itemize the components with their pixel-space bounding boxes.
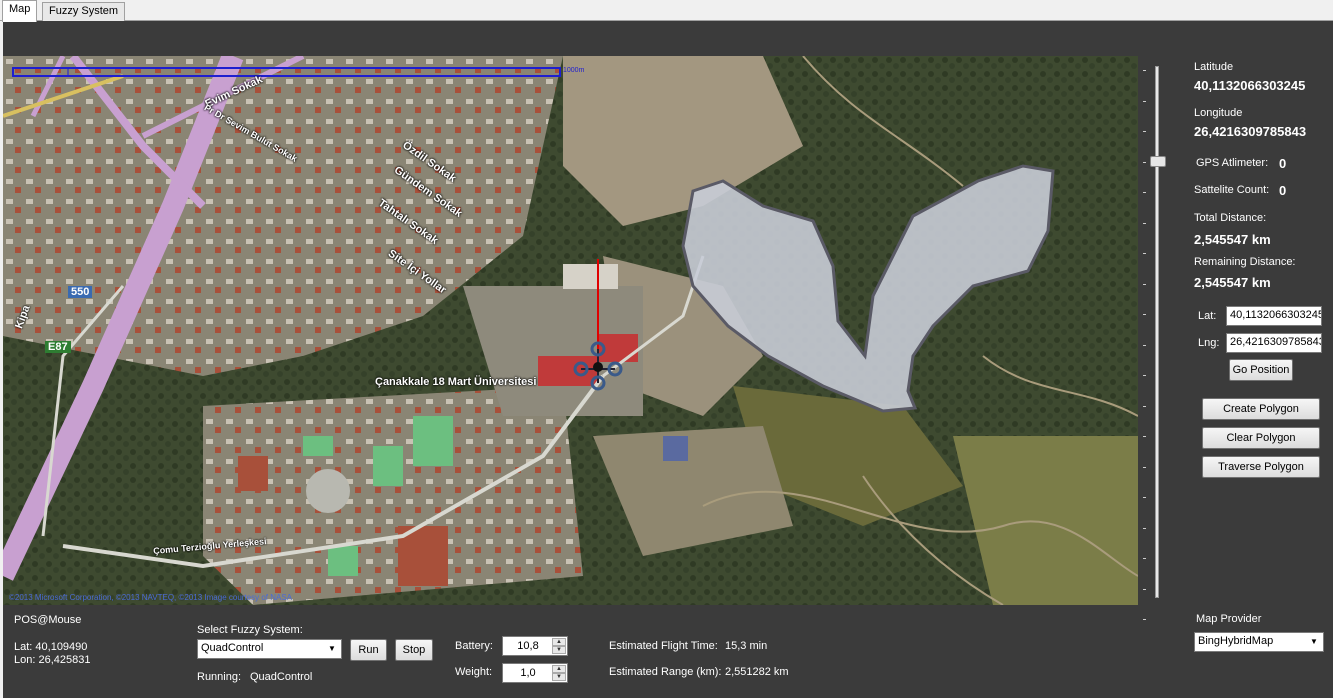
clear-polygon-button[interactable]: Clear Polygon <box>1202 427 1320 449</box>
battery-stepper[interactable]: 10,8 ▲ ▼ <box>502 636 568 656</box>
zoom-tick <box>1143 192 1146 193</box>
map-provider-label: Map Provider <box>1196 613 1262 625</box>
zoom-slider-thumb[interactable] <box>1150 156 1166 167</box>
chevron-down-icon: ▼ <box>328 644 336 653</box>
go-position-button[interactable]: Go Position <box>1229 359 1293 381</box>
pos-mouse-lon: Lon: 26,425831 <box>14 654 91 666</box>
chevron-up-icon[interactable]: ▲ <box>552 665 566 673</box>
running-value: QuadControl <box>250 671 313 683</box>
map-provider-selected: BingHybridMap <box>1198 635 1274 647</box>
flight-time-value: 15,3 min <box>725 640 768 652</box>
chevron-down-icon: ▼ <box>1310 637 1318 646</box>
pos-mouse-title: POS@Mouse <box>14 614 82 626</box>
road-shield-550: 550 <box>68 286 93 298</box>
run-button[interactable]: Run <box>350 639 387 661</box>
gps-altimeter-label: GPS Atlimeter: <box>1196 157 1269 169</box>
remaining-distance-label: Remaining Distance: <box>1194 256 1296 268</box>
zoom-tick <box>1143 405 1146 407</box>
zoom-tick <box>1143 344 1146 346</box>
zoom-tick <box>1143 283 1146 285</box>
goto-lat-label: Lat: <box>1198 310 1217 322</box>
zoom-slider-track[interactable] <box>1155 66 1159 598</box>
zoom-tick <box>1143 466 1146 468</box>
total-distance-label: Total Distance: <box>1194 212 1267 224</box>
chevron-down-icon[interactable]: ▼ <box>552 673 566 681</box>
zoom-tick <box>1143 588 1146 590</box>
longitude-value: 26,4216309785843 <box>1194 124 1307 139</box>
create-polygon-button[interactable]: Create Polygon <box>1202 398 1320 420</box>
zoom-tick <box>1143 314 1146 315</box>
map-provider-select[interactable]: BingHybridMap ▼ <box>1194 632 1324 652</box>
zoom-tick <box>1143 436 1146 437</box>
zoom-tick <box>1143 161 1146 163</box>
zoom-tick <box>1143 527 1146 529</box>
goto-lng-input[interactable]: 26,4216309785843 <box>1226 333 1322 353</box>
satellite-count-value: 0 <box>1279 183 1287 198</box>
battery-label: Battery: <box>455 640 493 652</box>
map-copyright: ©2013 Microsoft Corporation, ©2013 NAVTE… <box>9 593 292 602</box>
scale-label: 1000m <box>563 67 585 74</box>
tab-strip: Map Fuzzy System <box>0 0 1333 22</box>
zoom-tick <box>1143 558 1146 559</box>
pos-mouse-lat: Lat: 40,109490 <box>14 641 88 653</box>
latitude-label: Latitude <box>1194 61 1234 73</box>
stop-button[interactable]: Stop <box>395 639 433 661</box>
total-distance-value: 2,545547 km <box>1194 232 1271 247</box>
map-imagery <box>3 56 1138 605</box>
zoom-tick <box>1143 497 1146 498</box>
tab-map[interactable]: Map <box>2 0 38 22</box>
select-fuzzy-label: Select Fuzzy System: <box>197 624 303 636</box>
remaining-distance-value: 2,545547 km <box>1194 275 1271 290</box>
fuzzy-system-select[interactable]: QuadControl ▼ <box>197 639 342 659</box>
flight-time-label: Estimated Flight Time: <box>609 640 718 652</box>
chevron-up-icon[interactable]: ▲ <box>552 638 566 646</box>
campus-label: Çanakkale 18 Mart Üniversitesi <box>375 376 537 388</box>
zoom-tick <box>1143 253 1146 254</box>
weight-value: 1,0 <box>520 667 536 679</box>
zoom-tick <box>1143 222 1146 224</box>
fuzzy-system-selected: QuadControl <box>201 642 264 654</box>
battery-value: 10,8 <box>517 640 539 652</box>
satellite-count-label: Sattelite Count: <box>1194 184 1270 196</box>
weight-label: Weight: <box>455 666 493 678</box>
range-label: Estimated Range (km): <box>609 666 722 678</box>
zoom-tick <box>1143 375 1146 376</box>
gps-altimeter-value: 0 <box>1279 156 1287 171</box>
goto-lat-input[interactable]: 40,1132066303245 <box>1226 306 1322 326</box>
running-label: Running: <box>197 671 242 683</box>
map-view[interactable]: 1000m Evim Sokak Pr Dr Sevim Bulut Sokak… <box>3 56 1138 605</box>
chevron-down-icon[interactable]: ▼ <box>552 646 566 654</box>
zoom-tick <box>1143 70 1146 71</box>
range-value: 2,551282 km <box>725 666 789 678</box>
goto-lng-label: Lng: <box>1198 337 1220 349</box>
zoom-tick <box>1143 100 1146 102</box>
road-shield-e87: E87 <box>45 341 71 353</box>
weight-stepper[interactable]: 1,0 ▲ ▼ <box>502 663 568 683</box>
latitude-value: 40,1132066303245 <box>1194 78 1306 93</box>
zoom-tick <box>1143 131 1146 132</box>
zoom-tick <box>1143 619 1146 620</box>
tab-fuzzy-system[interactable]: Fuzzy System <box>42 2 126 21</box>
longitude-label: Longitude <box>1194 107 1243 119</box>
traverse-polygon-button[interactable]: Traverse Polygon <box>1202 456 1320 478</box>
